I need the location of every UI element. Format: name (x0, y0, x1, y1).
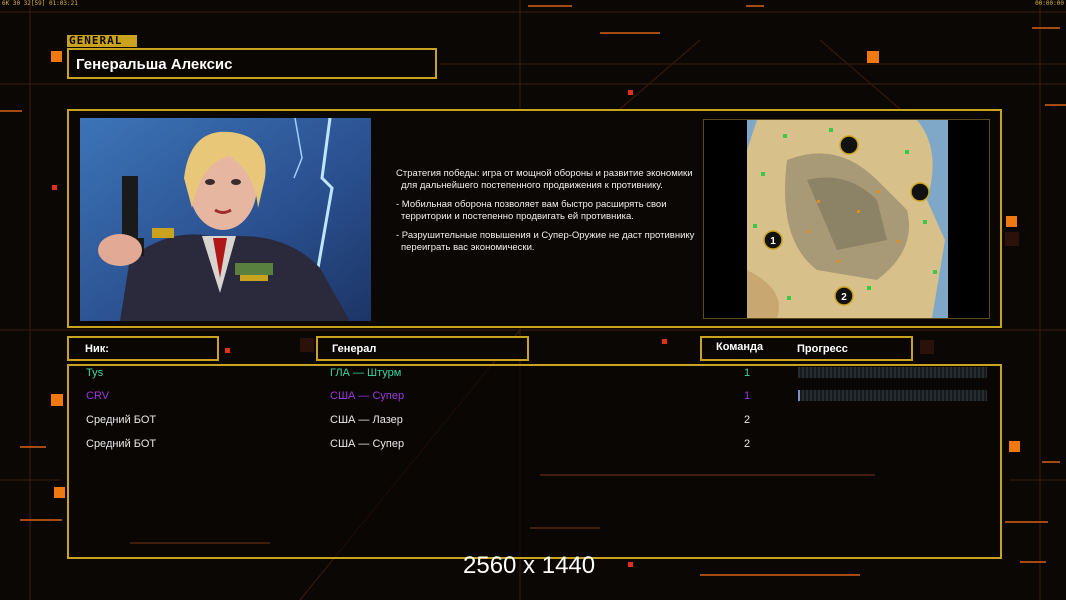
player-team: 2 (744, 438, 751, 450)
header-nick: Ник: (85, 343, 109, 355)
player-nick: Средний БОТ (86, 438, 157, 450)
map-marker-label: 1 (770, 236, 776, 247)
strategy-description: Стратегия победы: игра от мощной обороны… (396, 168, 696, 261)
map-marker-label: 2 (841, 292, 847, 303)
player-nick: Tys (86, 367, 104, 379)
general-title-box: Генеральша Алексис (67, 48, 437, 79)
general-name: Генеральша Алексис (76, 56, 233, 73)
header-team: Команда (716, 341, 764, 353)
progress-fill (798, 390, 800, 401)
player-team: 2 (744, 414, 751, 426)
status-readout-right: 00:00:00 (1035, 0, 1064, 7)
map-image: 1 2 (747, 120, 948, 318)
description-paragraph: - Мобильная оборона позволяет вам быстро… (396, 199, 667, 222)
general-portrait (80, 118, 371, 321)
player-general: ГЛА — Штурм (330, 367, 402, 379)
player-nick: CRV (86, 390, 110, 402)
status-readout-left: 6K 30 32[59] 01:03:21 (2, 0, 78, 7)
player-general: США — Супер (330, 438, 405, 450)
header-general: Генерал (332, 343, 377, 355)
header-progress: Прогресс (797, 343, 848, 355)
player-general: США — Супер (330, 390, 405, 402)
map-preview: 1 2 (703, 119, 990, 319)
description-paragraph: - Разрушительные повышения и Супер-Оружи… (396, 230, 695, 253)
player-nick: Средний БОТ (86, 414, 157, 426)
player-general: США — Лазер (330, 414, 403, 426)
header-team-progress-box: Команда Прогресс (700, 336, 913, 361)
player-progress-bar (798, 390, 987, 401)
header-general-box: Генерал (316, 336, 529, 361)
header-nick-box: Ник: (67, 336, 219, 361)
player-progress-bar (798, 367, 987, 378)
description-paragraph: Стратегия победы: игра от мощной обороны… (396, 168, 693, 191)
player-team: 1 (744, 390, 751, 402)
player-team: 1 (744, 367, 751, 379)
resolution-label: 2560 x 1440 (463, 552, 596, 579)
general-tag: GENERAL (67, 35, 137, 47)
